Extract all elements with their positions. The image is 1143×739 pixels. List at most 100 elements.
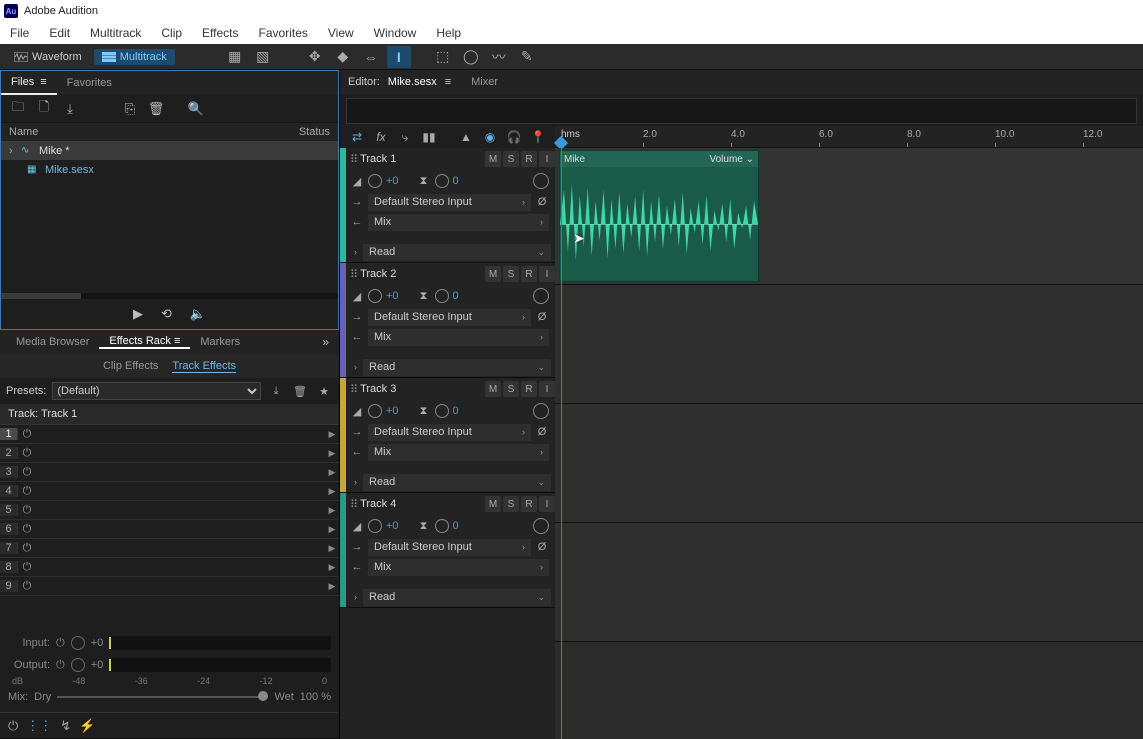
output-dropdown[interactable]: Mix› xyxy=(368,214,549,231)
volume-value[interactable]: +0 xyxy=(386,290,399,302)
tab-effects-rack[interactable]: Effects Rack ≡ xyxy=(99,335,190,349)
menu-effects[interactable]: Effects xyxy=(192,26,248,40)
menu-window[interactable]: Window xyxy=(364,26,427,40)
import-icon[interactable]: ⤓ xyxy=(59,99,81,119)
input-dropdown[interactable]: Default Stereo Input› xyxy=(368,539,531,556)
pin-icon[interactable]: 📍 xyxy=(529,130,547,144)
mute-button[interactable]: M xyxy=(485,381,501,397)
save-preset-icon[interactable]: ⤓ xyxy=(267,385,285,398)
record-button[interactable]: R xyxy=(521,151,537,167)
input-dropdown[interactable]: Default Stereo Input› xyxy=(368,309,531,326)
slot-power-icon[interactable]: ⏻ xyxy=(18,523,36,536)
menu-clip[interactable]: Clip xyxy=(151,26,192,40)
effect-slot[interactable]: 4⏻▶ xyxy=(0,482,339,501)
phase-icon[interactable]: Ø xyxy=(535,196,549,208)
mode-waveform[interactable]: Waveform xyxy=(6,49,90,65)
menu-edit[interactable]: Edit xyxy=(39,26,80,40)
expand-icon[interactable]: › xyxy=(354,592,357,602)
grip-icon[interactable]: ⠿ xyxy=(350,498,356,511)
editor-menu-icon[interactable]: ≡ xyxy=(445,76,451,88)
effect-slot[interactable]: 1⏻▶ xyxy=(0,425,339,444)
fx-prerender-icon[interactable]: ↯ xyxy=(60,718,71,734)
track-header[interactable]: ⠿Track 4 MSRI ◢+0 ⧗0 →Default Stereo Inp… xyxy=(340,493,555,608)
input-gain-knob[interactable] xyxy=(71,636,85,650)
slot-menu-icon[interactable]: ▶ xyxy=(325,486,339,497)
mode-multitrack[interactable]: Multitrack xyxy=(94,49,175,65)
automation-dropdown[interactable]: Read⌄ xyxy=(363,244,551,261)
tab-mixer[interactable]: Mixer xyxy=(471,76,498,88)
slot-power-icon[interactable]: ⏻ xyxy=(18,580,36,593)
effect-slot[interactable]: 5⏻▶ xyxy=(0,501,339,520)
slot-menu-icon[interactable]: ▶ xyxy=(325,581,339,592)
slot-menu-icon[interactable]: ▶ xyxy=(325,429,339,440)
volume-knob[interactable] xyxy=(368,289,382,303)
tool-marquee-icon[interactable]: ⬚ xyxy=(431,46,455,68)
phase-icon[interactable]: Ø xyxy=(535,541,549,553)
track-lane[interactable] xyxy=(555,285,1143,404)
track-header[interactable]: ⠿Track 2 MSRI ◢+0 ⧗0 →Default Stereo Inp… xyxy=(340,263,555,378)
mix-slider[interactable] xyxy=(57,696,268,698)
slot-power-icon[interactable]: ⏻ xyxy=(18,466,36,479)
effect-slot[interactable]: 8⏻▶ xyxy=(0,558,339,577)
track-header[interactable]: ⠿Track 1 MSRI ◢+0 ⧗0 →Default Stereo Inp… xyxy=(340,148,555,263)
output-power-icon[interactable]: ⏻ xyxy=(56,659,65,672)
monitor-button[interactable]: I xyxy=(539,266,555,282)
pan-knob[interactable] xyxy=(435,404,449,418)
effect-slot[interactable]: 2⏻▶ xyxy=(0,444,339,463)
slot-menu-icon[interactable]: ▶ xyxy=(325,505,339,516)
pan-value[interactable]: 0 xyxy=(453,290,459,302)
tab-favorites[interactable]: Favorites xyxy=(57,71,122,95)
mute-button[interactable]: M xyxy=(485,266,501,282)
fx-power-icon[interactable]: ⏻ xyxy=(8,718,18,734)
expand-icon[interactable]: › xyxy=(354,362,357,372)
solo-button[interactable]: S xyxy=(503,381,519,397)
grip-icon[interactable]: ⠿ xyxy=(350,153,356,166)
output-dropdown[interactable]: Mix› xyxy=(368,444,549,461)
menu-multitrack[interactable]: Multitrack xyxy=(80,26,151,40)
effect-slot[interactable]: 7⏻▶ xyxy=(0,539,339,558)
effect-slot[interactable]: 9⏻▶ xyxy=(0,577,339,596)
tool-spectral2-icon[interactable]: ▧ xyxy=(251,46,275,68)
expand-icon[interactable]: › xyxy=(354,477,357,487)
pan-knob[interactable] xyxy=(435,174,449,188)
record-button[interactable]: R xyxy=(521,381,537,397)
track-name[interactable]: Track 1 xyxy=(360,153,481,165)
monitor-button[interactable]: I xyxy=(539,496,555,512)
pan-knob[interactable] xyxy=(435,289,449,303)
subtab-clip-effects[interactable]: Clip Effects xyxy=(103,360,158,372)
slot-menu-icon[interactable]: ▶ xyxy=(325,448,339,459)
overview-strip[interactable] xyxy=(346,98,1137,124)
fx-list-icon[interactable]: ⋮⋮ xyxy=(26,718,52,734)
expand-panel-icon[interactable]: » xyxy=(318,335,333,349)
slot-power-icon[interactable]: ⏻ xyxy=(18,485,36,498)
track-color-strip[interactable] xyxy=(340,263,346,377)
search-icon[interactable]: 🔍 xyxy=(185,99,207,119)
volume-value[interactable]: +0 xyxy=(386,175,399,187)
new-file-icon[interactable]: 🗋 xyxy=(33,99,55,119)
input-dropdown[interactable]: Default Stereo Input› xyxy=(368,194,531,211)
arm-record-ring[interactable] xyxy=(533,288,549,304)
delete-preset-icon[interactable]: 🗑 xyxy=(291,385,309,398)
track-header[interactable]: ⠿Track 3 MSRI ◢+0 ⧗0 →Default Stereo Inp… xyxy=(340,378,555,493)
a1-icon[interactable]: ▲ xyxy=(457,130,475,144)
pan-knob[interactable] xyxy=(435,519,449,533)
record-button[interactable]: R xyxy=(521,266,537,282)
track-lane[interactable]: MikeVolume ⌄ ➤ xyxy=(555,148,1143,285)
volume-knob[interactable] xyxy=(368,174,382,188)
tool-razor-icon[interactable]: ◆ xyxy=(331,46,355,68)
tab-menu-icon[interactable]: ≡ xyxy=(174,335,180,347)
slot-menu-icon[interactable]: ▶ xyxy=(325,467,339,478)
output-dropdown[interactable]: Mix› xyxy=(368,329,549,346)
track-color-strip[interactable] xyxy=(340,148,346,262)
fx-apply-icon[interactable]: ⚡ xyxy=(79,718,95,734)
tool-lasso-icon[interactable]: ◯ xyxy=(459,46,483,68)
tab-media-browser[interactable]: Media Browser xyxy=(6,336,99,348)
swap-icon[interactable]: ⇄ xyxy=(348,130,366,144)
solo-button[interactable]: S xyxy=(503,496,519,512)
mute-button[interactable]: M xyxy=(485,496,501,512)
track-lane[interactable] xyxy=(555,404,1143,523)
menu-file[interactable]: File xyxy=(0,26,39,40)
record-button[interactable]: R xyxy=(521,496,537,512)
eq-icon[interactable]: ▮▮ xyxy=(420,130,438,144)
favorite-preset-icon[interactable]: ★ xyxy=(315,385,333,398)
